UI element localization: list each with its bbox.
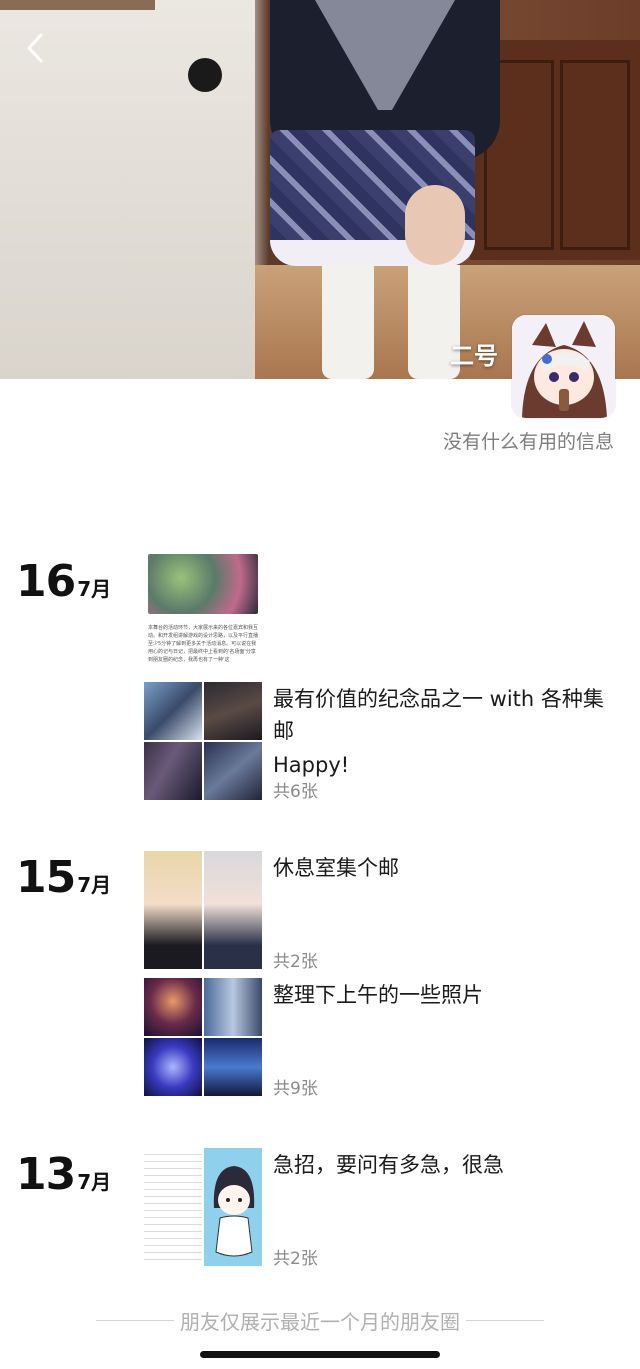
profile-bio: 没有什么有用的信息	[442, 431, 614, 453]
thumbnail-image	[204, 978, 262, 1036]
thumbnail-image	[144, 978, 202, 1036]
thumbnail-image	[204, 1038, 262, 1096]
post-text[interactable]: 急招，要问有多急，很急	[273, 1149, 623, 1181]
cover-person-leg	[322, 265, 374, 379]
chibi-illustration	[204, 1148, 262, 1266]
thumbnail-caption: 本舞台的活动环节，大家展示来的各位嘉宾和我互动。和开发组讲解游戏的设计思路，以及…	[148, 625, 258, 663]
home-indicator[interactable]	[200, 1351, 440, 1358]
profile-name[interactable]: 二号	[450, 336, 498, 371]
post-text[interactable]: 休息室集个邮	[273, 852, 623, 884]
thumbnail-image	[148, 554, 258, 614]
thumbnail-image	[204, 851, 262, 969]
day-number: 15	[16, 852, 76, 903]
thumbnail-image	[144, 742, 202, 800]
photo-count: 共6张	[273, 782, 318, 802]
thumbnail-image	[204, 742, 262, 800]
post-text-secondary[interactable]: Happy!	[273, 749, 623, 781]
thumbnail-image	[204, 682, 262, 740]
day-number: 16	[16, 556, 76, 607]
photo-count: 共9张	[273, 1079, 318, 1099]
chevron-left-icon	[27, 33, 43, 63]
thumbnail-image	[144, 1038, 202, 1096]
day-header: 13 7月	[16, 1149, 111, 1200]
photo-count: 共2张	[273, 952, 318, 972]
cabinet-panel	[560, 60, 630, 250]
day-month: 7月	[77, 1170, 112, 1194]
cover-door-knob	[188, 58, 222, 92]
avatar-image	[512, 315, 615, 418]
cover-person-knee	[405, 185, 465, 265]
post-thumbnail-grid[interactable]	[144, 682, 262, 800]
post-text[interactable]: 最有价值的纪念品之一 with 各种集邮	[273, 683, 623, 747]
footer-note: 朋友仅展示最近一个月的朋友圈	[96, 1306, 544, 1335]
footer-note-text: 朋友仅展示最近一个月的朋友圈	[180, 1310, 460, 1334]
post-thumbnail-article[interactable]: 本舞台的活动环节，大家展示来的各位嘉宾和我互动。和开发组讲解游戏的设计思路，以及…	[144, 552, 262, 676]
divider	[466, 1320, 544, 1321]
back-button[interactable]	[18, 28, 52, 68]
day-header: 15 7月	[16, 852, 111, 903]
thumbnail-image	[144, 1148, 202, 1266]
post-thumbnail-grid[interactable]	[144, 1148, 262, 1266]
thumbnail-image	[204, 1148, 262, 1266]
post-thumbnail-grid[interactable]	[144, 978, 262, 1096]
thumbnail-image	[144, 682, 202, 740]
post-thumbnail-grid[interactable]	[144, 851, 262, 969]
day-number: 13	[16, 1149, 76, 1200]
avatar[interactable]	[512, 315, 615, 418]
day-header: 16 7月	[16, 556, 111, 607]
thumbnail-image	[144, 851, 202, 969]
cover-door-frame	[0, 0, 155, 10]
day-month: 7月	[77, 873, 112, 897]
day-month: 7月	[77, 577, 112, 601]
divider	[96, 1320, 174, 1321]
post-text[interactable]: 整理下上午的一些照片	[273, 979, 623, 1011]
photo-count: 共2张	[273, 1249, 318, 1269]
